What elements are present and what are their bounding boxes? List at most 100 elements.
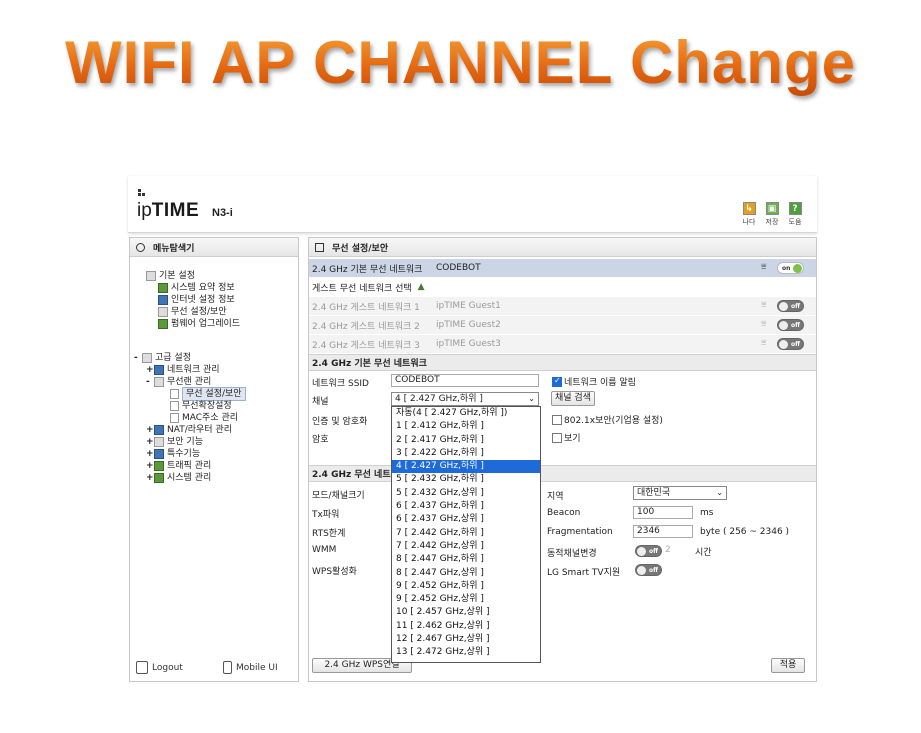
- show-password-checkbox[interactable]: 보기: [552, 431, 581, 444]
- lock-icon: [154, 437, 164, 447]
- channel-select[interactable]: 4 [ 2.427 GHz,하위 ] ⌄: [391, 392, 539, 406]
- save-button[interactable]: ▣ 저장: [764, 202, 780, 227]
- tree-network-management[interactable]: + 네트워크 관리: [146, 364, 220, 376]
- filter-icon: ⩸: [761, 300, 767, 310]
- router-icon: [154, 425, 164, 435]
- channel-option[interactable]: 5 [ 2.432 GHz,하위 ]: [392, 473, 540, 486]
- mobile-ui-link[interactable]: Mobile UI: [223, 661, 278, 674]
- ssid-label: 네트워크 SSID: [312, 379, 369, 389]
- guest-network-select[interactable]: 게스트 무선 네트워크 선택 ▲: [309, 278, 816, 296]
- tree-firmware-upgrade[interactable]: 펌웨어 업그레이드: [158, 318, 240, 330]
- main-panel: 무선 설정/보안 2.4 GHz 기본 무선 네트워크 CODEBOT ⩸ on…: [308, 237, 817, 682]
- page-icon: [170, 401, 179, 411]
- channel-option[interactable]: 6 [ 2.437 GHz,하위 ]: [392, 500, 540, 513]
- basic-section-header: 2.4 GHz 기본 무선 네트워크: [309, 354, 816, 371]
- guest-1-toggle[interactable]: off: [777, 300, 804, 312]
- basic-network-toggle[interactable]: on: [777, 262, 804, 274]
- fragmentation-input[interactable]: 2346: [633, 525, 693, 538]
- guest-network-row-3[interactable]: 2.4 GHz 게스트 네트워크 3 ipTIME Guest3 ⩸ off: [309, 335, 816, 353]
- channel-option[interactable]: 7 [ 2.442 GHz,상위 ]: [392, 540, 540, 553]
- channel-option[interactable]: 9 [ 2.452 GHz,상위 ]: [392, 593, 540, 606]
- page-icon: [170, 413, 179, 423]
- tree-advanced-settings[interactable]: - 고급 설정: [134, 352, 191, 364]
- menu-explorer-header: 메뉴탐색기: [130, 238, 298, 257]
- broadcast-checkbox[interactable]: 네트워크 이름 알림: [552, 375, 636, 388]
- basic-network-row[interactable]: 2.4 GHz 기본 무선 네트워크 CODEBOT ⩸ on: [309, 259, 816, 277]
- channel-option[interactable]: 1 [ 2.412 GHz,하위 ]: [392, 420, 540, 433]
- wmm-label: WMM: [312, 545, 337, 555]
- password-label: 암호: [312, 435, 329, 445]
- channel-dropdown-list[interactable]: 자동(4 [ 2.427 GHz,하위 ]) 1 [ 2.412 GHz,하위 ]…: [391, 406, 541, 663]
- checkbox-checked-icon: [552, 376, 562, 387]
- wps-label: WPS활성화: [312, 567, 357, 577]
- model-name: N3-i: [212, 207, 233, 219]
- channel-option[interactable]: 12 [ 2.467 GHz,상위 ]: [392, 633, 540, 646]
- menu-explorer: 메뉴탐색기 기본 설정 시스템 요약 정보 인터넷 설정 정보 무선 설정/보안…: [129, 237, 299, 682]
- tx-label: Tx파워: [312, 510, 340, 520]
- logout-link[interactable]: Logout: [136, 661, 183, 674]
- lg-smart-tv-toggle[interactable]: off: [635, 564, 662, 576]
- window-icon: [315, 242, 324, 252]
- apply-button[interactable]: 적용: [771, 658, 805, 673]
- channel-option[interactable]: 9 [ 2.452 GHz,하위 ]: [392, 580, 540, 593]
- tree-special-features[interactable]: + 특수기능: [146, 448, 200, 460]
- guest-2-toggle[interactable]: off: [777, 319, 804, 331]
- monitor-icon: [158, 295, 168, 305]
- tree-traffic-management[interactable]: + 트래픽 관리: [146, 460, 211, 472]
- channel-option[interactable]: 8 [ 2.447 GHz,하위 ]: [392, 553, 540, 566]
- channel-option[interactable]: 8 [ 2.447 GHz,상위 ]: [392, 567, 540, 580]
- network-icon: [154, 365, 164, 375]
- page-icon: [170, 389, 179, 399]
- 8021x-checkbox[interactable]: 802.1x보안(기업용 설정): [552, 413, 663, 426]
- exit-icon: ↳: [742, 202, 756, 215]
- advanced-section-header: 2.4 GHz 무선 네트: [309, 465, 816, 482]
- triangle-up-icon: ▲: [417, 282, 425, 292]
- help-button[interactable]: ? 도움: [787, 202, 803, 227]
- special-icon: [154, 449, 164, 459]
- ssid-input[interactable]: CODEBOT: [391, 374, 539, 387]
- tree-system-summary[interactable]: 시스템 요약 정보: [158, 282, 235, 294]
- channel-option[interactable]: 10 [ 2.457 GHz,상위 ]: [392, 606, 540, 619]
- channel-option[interactable]: 5 [ 2.432 GHz,상위 ]: [392, 487, 540, 500]
- beacon-input[interactable]: 100: [633, 506, 693, 519]
- channel-option[interactable]: 13 [ 2.472 GHz,상위 ]: [392, 646, 540, 659]
- exit-button[interactable]: ↳ 나다: [741, 202, 757, 227]
- tree-basic-settings[interactable]: 기본 설정: [146, 270, 195, 282]
- logout-icon: [136, 661, 148, 674]
- dynamic-channel-label: 동적채널변경: [547, 549, 597, 559]
- channel-option[interactable]: 자동(4 [ 2.427 GHz,하위 ]): [392, 407, 540, 420]
- channel-option[interactable]: 7 [ 2.442 GHz,하위 ]: [392, 527, 540, 540]
- system-icon: [154, 473, 164, 483]
- wireless-icon: [158, 307, 168, 317]
- guest-network-row-2[interactable]: 2.4 GHz 게스트 네트워크 2 ipTIME Guest2 ⩸ off: [309, 316, 816, 334]
- guest-3-toggle[interactable]: off: [777, 338, 804, 350]
- channel-option[interactable]: 3 [ 2.422 GHz,하위 ]: [392, 447, 540, 460]
- mode-label: 모드/채널크기: [312, 491, 365, 501]
- channel-option[interactable]: 11 [ 2.462 GHz,상위 ]: [392, 620, 540, 633]
- channel-option[interactable]: 4 [ 2.427 GHz,하위 ]: [392, 460, 540, 474]
- folder-gear-icon: [142, 353, 152, 363]
- tree-internet-settings[interactable]: 인터넷 설정 정보: [158, 294, 235, 306]
- fragmentation-label: Fragmentation: [547, 527, 613, 537]
- rts-label: RTS한계: [312, 529, 346, 539]
- tree-wireless-settings-selected[interactable]: 무선 설정/보안: [170, 387, 246, 401]
- brand-logo: ipTIME: [137, 200, 200, 221]
- tree-wireless-extension[interactable]: 무선확장설정: [170, 400, 232, 412]
- guest-network-row-1[interactable]: 2.4 GHz 게스트 네트워크 1 ipTIME Guest1 ⩸ off: [309, 297, 816, 315]
- channel-option[interactable]: 6 [ 2.437 GHz,상위 ]: [392, 513, 540, 526]
- tree-nat-router[interactable]: + NAT/라우터 관리: [146, 424, 232, 436]
- tree-mac-management[interactable]: MAC주소 관리: [170, 412, 238, 424]
- region-select[interactable]: 대한민국 ⌄: [633, 486, 727, 500]
- dynamic-channel-hours[interactable]: 2: [665, 545, 671, 555]
- dynamic-channel-toggle[interactable]: off: [635, 545, 662, 557]
- channel-search-button[interactable]: 채널 검색: [551, 391, 595, 406]
- tree-wireless-security[interactable]: 무선 설정/보안: [158, 306, 227, 318]
- filter-icon: ⩸: [761, 262, 767, 272]
- lg-smart-tv-label: LG Smart TV지원: [547, 568, 621, 578]
- sidebar-footer: Logout Mobile UI: [130, 661, 298, 677]
- filter-icon: ⩸: [761, 319, 767, 329]
- tree-system-management[interactable]: + 시스템 관리: [146, 472, 211, 484]
- traffic-icon: [154, 461, 164, 471]
- tree-security[interactable]: + 보안 기능: [146, 436, 203, 448]
- channel-option[interactable]: 2 [ 2.417 GHz,하위 ]: [392, 434, 540, 447]
